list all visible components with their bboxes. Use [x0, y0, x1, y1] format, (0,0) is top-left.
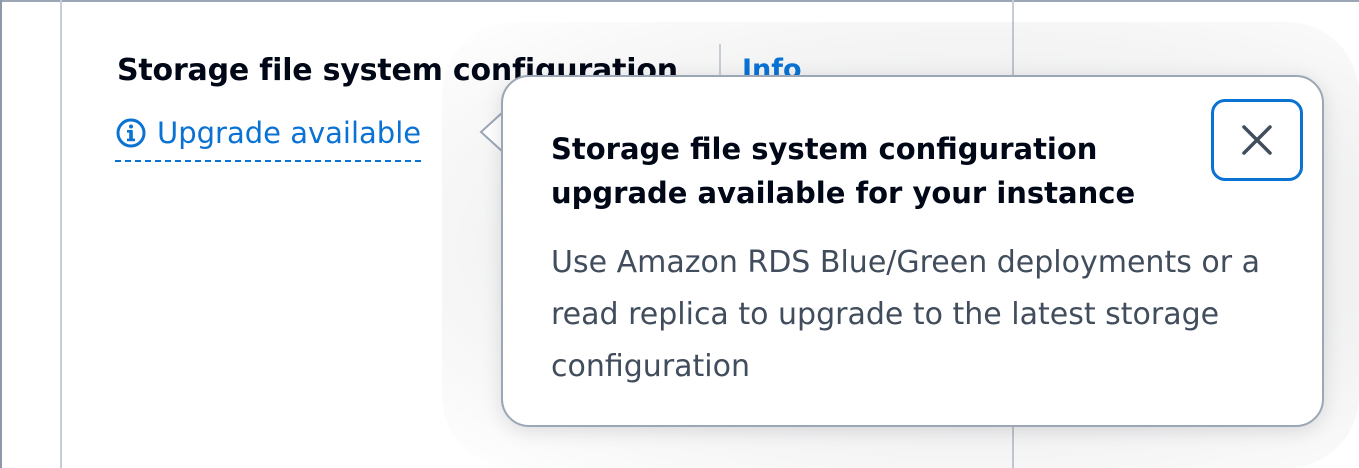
- container-left-border: [60, 0, 62, 468]
- upgrade-available-link[interactable]: Upgrade available: [115, 110, 422, 162]
- upgrade-available-label: Upgrade available: [157, 116, 422, 150]
- popover-title: Storage file system configuration upgrad…: [551, 132, 1136, 210]
- popover-body: Use Amazon RDS Blue/Green deployments or…: [551, 245, 1260, 384]
- popover-close-button[interactable]: [1211, 99, 1303, 181]
- frame-top-border: [0, 0, 1359, 2]
- frame-left-border: [0, 0, 2, 468]
- upgrade-popover: Storage file system configuration upgrad…: [501, 75, 1324, 427]
- info-circle-icon: [115, 117, 147, 149]
- page: Storage file system configuration Info U…: [0, 0, 1359, 468]
- close-icon: [1242, 125, 1272, 155]
